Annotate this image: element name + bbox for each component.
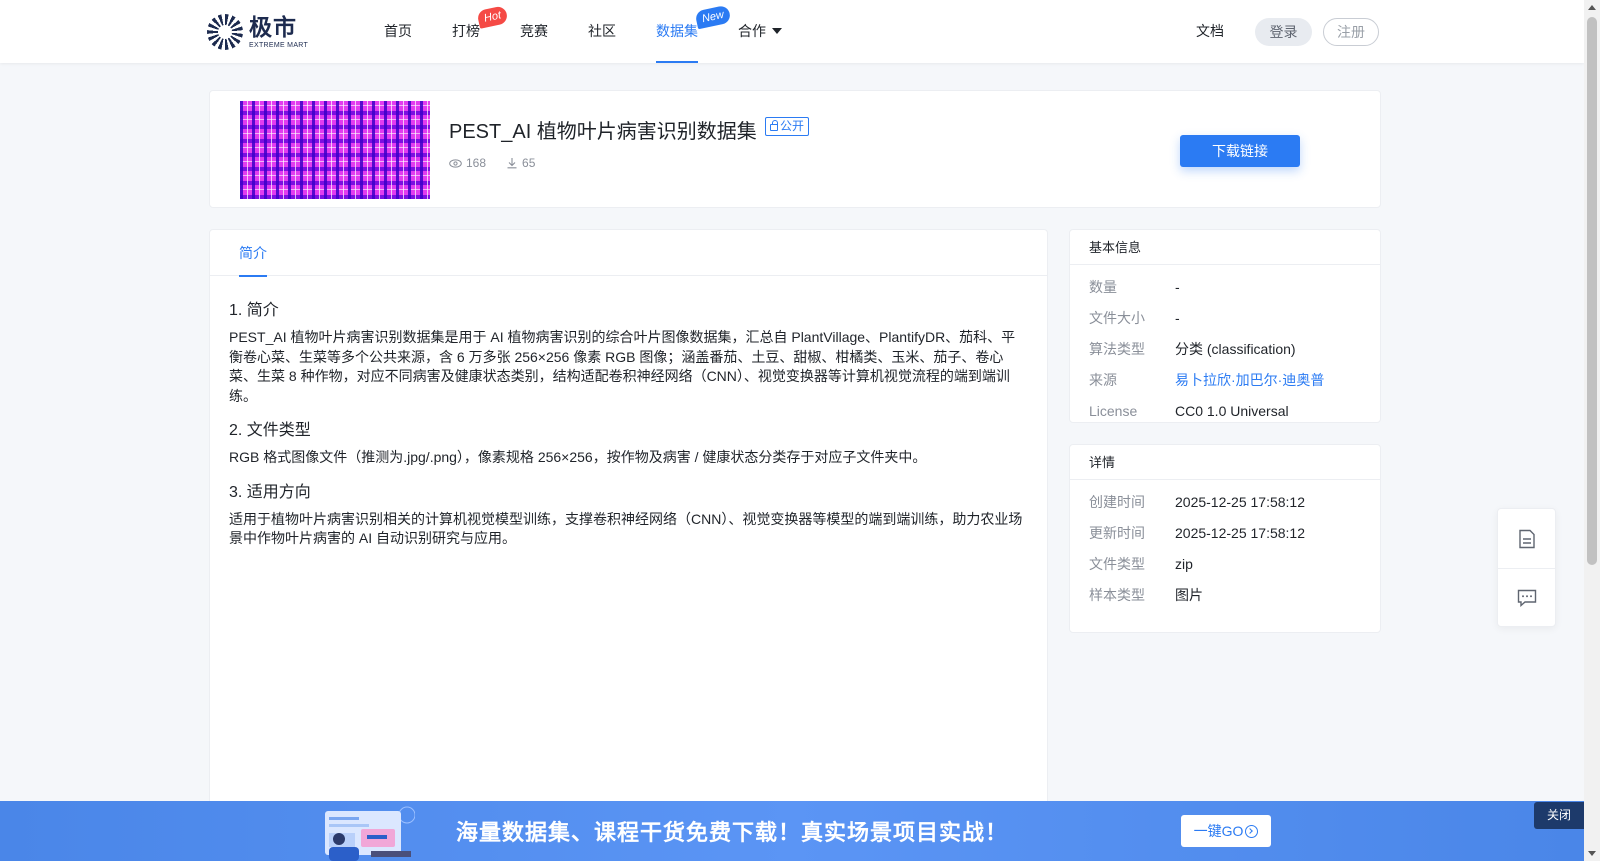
logo-en: EXTREME MART (249, 41, 309, 49)
info-row: 文件大小 - (1070, 302, 1380, 333)
tab-bar: 简介 (210, 230, 1047, 277)
banner-close-button[interactable]: 关闭 (1534, 802, 1584, 829)
caret-down-icon (772, 28, 782, 34)
nav-cooperation-label: 合作 (738, 23, 766, 39)
nav-datasets[interactable]: 数据集 New (656, 0, 732, 63)
page-scrollbar[interactable] (1584, 0, 1600, 861)
section-body: RGB 格式图像文件（推测为.jpg/.png），像素规格 256×256，按作… (229, 449, 927, 465)
nav-leaderboard-label: 打榜 (452, 23, 480, 39)
logo-cn: 极市 (249, 13, 297, 40)
download-icon (507, 158, 517, 169)
logo-mark-icon (207, 14, 243, 50)
go-label: 一键GO (1193, 823, 1244, 839)
visibility-label: 公开 (780, 119, 805, 133)
intro-content: 1. 简介 PEST_AI 植物叶片病害识别数据集是用于 AI 植物病害识别的综… (210, 276, 1047, 549)
document-icon (1518, 529, 1535, 548)
detail-key: 创建时间 (1089, 493, 1145, 510)
section-heading: 3. 适用方向 (229, 483, 311, 501)
info-value: CC0 1.0 Universal (1175, 402, 1289, 419)
download-count-value: 65 (522, 156, 536, 170)
dataset-header-card: PEST_AI 植物叶片病害识别数据集 公开 168 65 下载链接 (209, 90, 1381, 208)
section-body: 适用于植物叶片病害识别相关的计算机视觉模型训练，支撑卷积神经网络（CNN）、视觉… (229, 510, 1023, 547)
info-value: - (1175, 278, 1180, 295)
detail-value: 图片 (1175, 586, 1203, 603)
visibility-tag: 公开 (765, 117, 810, 136)
banner-illustration (325, 806, 415, 861)
scroll-down-icon[interactable] (1588, 851, 1596, 856)
main-nav: 首页 打榜 Hot 竞赛 社区 数据集 New 合作 (384, 0, 822, 63)
nav-competition[interactable]: 竞赛 (520, 0, 548, 63)
lock-icon (770, 120, 778, 131)
tab-intro[interactable]: 简介 (239, 230, 267, 277)
detail-key: 样本类型 (1089, 586, 1145, 603)
detail-row: 更新时间 2025-12-25 17:58:12 (1070, 517, 1380, 548)
one-click-go-button[interactable]: 一键GO (1181, 815, 1271, 847)
detail-value: 2025-12-25 17:58:12 (1175, 524, 1305, 541)
info-key: 算法类型 (1089, 340, 1145, 357)
detail-row: 创建时间 2025-12-25 17:58:12 (1070, 486, 1380, 517)
info-key: 来源 (1089, 371, 1117, 388)
register-button[interactable]: 注册 (1323, 18, 1379, 46)
new-badge: New (694, 4, 732, 30)
detail-key: 更新时间 (1089, 524, 1145, 541)
chat-icon (1517, 589, 1536, 607)
nav-leaderboard[interactable]: 打榜 Hot (452, 0, 509, 63)
top-header: 极市 EXTREME MART 首页 打榜 Hot 竞赛 社区 数据集 New 合作… (0, 0, 1584, 63)
view-count: 168 (449, 156, 486, 170)
basic-info-card: 基本信息 数量 - 文件大小 - 算法类型 分类 (classification) 来… (1069, 229, 1381, 423)
banner-text: 海量数据集、课程干货免费下载！真实场景项目实战！ (456, 820, 1009, 845)
details-title: 详情 (1070, 445, 1380, 480)
nav-community-label: 社区 (588, 23, 616, 39)
site-logo[interactable]: 极市 EXTREME MART (207, 14, 308, 50)
docs-link[interactable]: 文档 (1196, 0, 1224, 63)
scroll-up-icon[interactable] (1588, 5, 1596, 10)
details-list: 创建时间 2025-12-25 17:58:12 更新时间 2025-12-25 1… (1070, 480, 1380, 610)
info-key: 文件大小 (1089, 309, 1145, 326)
section-heading: 1. 简介 (229, 302, 279, 319)
eye-icon (449, 158, 462, 168)
basic-info-list: 数量 - 文件大小 - 算法类型 分类 (classification) 来源 易卜拉欣… (1070, 265, 1380, 426)
info-value: 分类 (classification) (1175, 340, 1296, 357)
details-card: 详情 创建时间 2025-12-25 17:58:12 更新时间 2025-12-2… (1069, 444, 1381, 633)
info-row: 算法类型 分类 (classification) (1070, 333, 1380, 364)
download-link-button[interactable]: 下载链接 (1180, 135, 1300, 167)
info-key: 数量 (1089, 278, 1117, 295)
promo-banner: 海量数据集、课程干货免费下载！真实场景项目实战！ 一键GO (0, 801, 1584, 861)
feedback-button[interactable] (1498, 568, 1555, 627)
section-body: PEST_AI 植物叶片病害识别数据集是用于 AI 植物病害识别的综合叶片图像数… (229, 329, 1016, 404)
source-link[interactable]: 易卜拉欣·加巴尔·迪奥普 (1175, 370, 1324, 390)
info-row: 来源 易卜拉欣·加巴尔·迪奥普 (1070, 364, 1380, 395)
section-heading: 2. 文件类型 (229, 422, 311, 439)
nav-cooperation[interactable]: 合作 (738, 0, 782, 63)
floating-toolbar (1497, 508, 1556, 627)
info-row: 数量 - (1070, 271, 1380, 302)
nav-home-label: 首页 (384, 23, 412, 39)
intro-panel: 简介 1. 简介 PEST_AI 植物叶片病害识别数据集是用于 AI 植物病害识… (209, 229, 1048, 861)
hot-badge: Hot (476, 5, 509, 29)
nav-community[interactable]: 社区 (588, 0, 616, 63)
dataset-title: PEST_AI 植物叶片病害识别数据集 (449, 121, 757, 143)
info-key: License (1089, 402, 1138, 419)
document-button[interactable] (1498, 509, 1555, 568)
view-count-value: 168 (466, 156, 487, 170)
login-button[interactable]: 登录 (1255, 18, 1312, 46)
basic-info-title: 基本信息 (1070, 230, 1380, 265)
download-count: 65 (506, 156, 535, 170)
info-value: - (1175, 309, 1180, 326)
detail-value: zip (1175, 555, 1193, 572)
logo-text: 极市 EXTREME MART (249, 13, 309, 49)
detail-value: 2025-12-25 17:58:12 (1175, 493, 1305, 510)
dataset-stats: 168 65 (449, 156, 555, 170)
detail-row: 文件类型 zip (1070, 548, 1380, 579)
scrollbar-thumb[interactable] (1587, 17, 1597, 565)
nav-competition-label: 竞赛 (520, 23, 548, 39)
detail-key: 文件类型 (1089, 555, 1145, 572)
info-row: License CC0 1.0 Universal (1070, 395, 1380, 426)
dataset-thumbnail (240, 101, 430, 199)
arrow-circle-icon (1245, 825, 1259, 838)
nav-home[interactable]: 首页 (384, 0, 412, 63)
nav-datasets-label: 数据集 (656, 23, 698, 39)
detail-row: 样本类型 图片 (1070, 579, 1380, 610)
